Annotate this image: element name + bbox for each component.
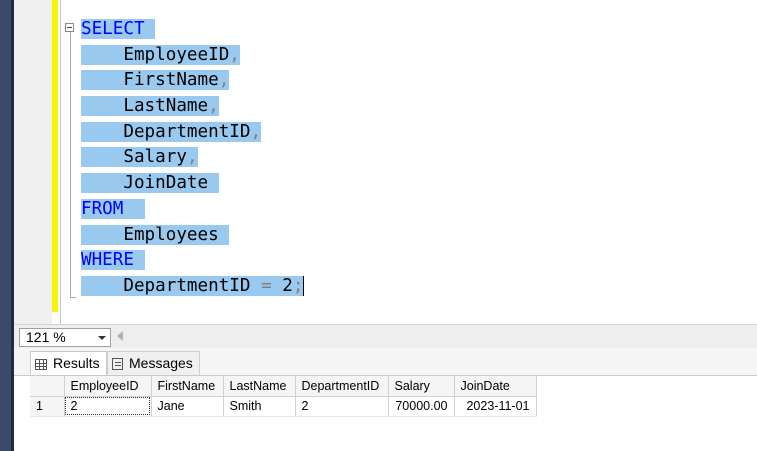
change-tracking-bar — [52, 0, 58, 312]
table-cell[interactable]: 70000.00 — [388, 396, 455, 417]
sql-punctuation: , — [229, 44, 240, 65]
sql-punctuation: ; — [292, 275, 304, 296]
sql-code[interactable]: SELECT EmployeeID, FirstName, LastName, … — [81, 17, 305, 300]
collapse-toggle-icon[interactable] — [65, 23, 74, 32]
chevron-down-icon[interactable] — [98, 336, 106, 340]
column-header[interactable]: FirstName — [151, 376, 224, 397]
column-header[interactable]: EmployeeID — [64, 376, 152, 397]
code-line[interactable]: JoinDate — [81, 171, 304, 197]
results-tab-strip: Results Messages — [14, 348, 757, 376]
sql-punctuation: , — [250, 121, 262, 142]
sql-punctuation: , — [186, 147, 198, 168]
query-editor[interactable]: SELECT EmployeeID, FirstName, LastName, … — [14, 0, 757, 324]
code-line[interactable]: LastName, — [81, 94, 304, 120]
results-grid[interactable]: EmployeeID FirstName LastName Department… — [14, 376, 757, 451]
table-cell[interactable]: Smith — [223, 396, 296, 417]
sql-keyword: WHERE — [81, 250, 134, 271]
sql-identifier: DepartmentID — [81, 275, 262, 296]
sql-identifier: Salary — [81, 147, 187, 168]
column-header[interactable]: DepartmentID — [295, 376, 389, 397]
tab-results[interactable]: Results — [30, 351, 107, 375]
code-line[interactable]: Salary, — [81, 145, 304, 171]
tab-messages-label: Messages — [129, 355, 193, 371]
sql-punctuation: , — [208, 96, 219, 117]
code-line[interactable]: WHERE — [81, 248, 304, 274]
table-cell[interactable]: 2023-11-01 — [454, 396, 537, 417]
sql-punctuation: , — [218, 70, 230, 91]
sql-identifier: Employees — [81, 224, 230, 245]
line-gutter — [14, 0, 52, 324]
sql-identifier: FirstName — [81, 70, 219, 91]
code-line[interactable]: EmployeeID, — [81, 43, 304, 69]
corner-cell[interactable] — [30, 376, 65, 397]
sql-keyword: SELECT — [81, 19, 145, 39]
outline-line-end — [70, 297, 76, 298]
grid-icon — [35, 358, 47, 370]
code-line[interactable]: DepartmentID = 2; — [81, 274, 305, 300]
results-table: EmployeeID FirstName LastName Department… — [30, 376, 537, 417]
table-cell[interactable]: 2 — [295, 396, 389, 417]
sql-keyword: FROM — [81, 198, 124, 219]
sql-identifier — [133, 250, 145, 271]
gutter-divider — [60, 0, 61, 324]
editor-status-bar: 121 % — [14, 324, 757, 348]
sql-identifier — [123, 198, 145, 219]
sql-identifier: DepartmentID — [81, 121, 251, 142]
row-number[interactable]: 1 — [30, 396, 65, 417]
code-line[interactable]: FROM — [81, 197, 304, 223]
scroll-left-arrow-icon[interactable] — [117, 331, 123, 341]
messages-icon — [112, 358, 123, 371]
table-cell[interactable]: 2 — [64, 396, 152, 417]
outline-line — [70, 32, 71, 298]
zoom-dropdown[interactable]: 121 % — [19, 328, 111, 347]
tab-results-label: Results — [53, 355, 100, 371]
header-row: EmployeeID FirstName LastName Department… — [30, 376, 537, 397]
table-row: 1 2 Jane Smith 2 70000.00 2023-11-01 — [30, 396, 537, 417]
code-line[interactable]: SELECT — [81, 17, 304, 43]
sql-identifier: JoinDate — [81, 173, 219, 194]
column-header[interactable]: Salary — [388, 376, 455, 397]
sql-identifier: EmployeeID — [81, 44, 230, 65]
sql-identifier — [144, 19, 156, 39]
code-line[interactable]: DepartmentID, — [81, 120, 304, 146]
zoom-level: 121 % — [26, 329, 66, 345]
table-cell[interactable]: Jane — [151, 396, 224, 417]
window-left-edge — [0, 0, 14, 451]
sql-punctuation: = — [261, 275, 272, 296]
tab-messages[interactable]: Messages — [107, 351, 200, 375]
code-line[interactable]: Employees — [81, 223, 304, 249]
text-caret — [303, 275, 305, 296]
column-header[interactable]: JoinDate — [454, 376, 537, 397]
sql-identifier: 2 — [271, 275, 293, 296]
column-header[interactable]: LastName — [223, 376, 296, 397]
code-line[interactable]: FirstName, — [81, 68, 304, 94]
sql-identifier: LastName — [81, 96, 209, 117]
